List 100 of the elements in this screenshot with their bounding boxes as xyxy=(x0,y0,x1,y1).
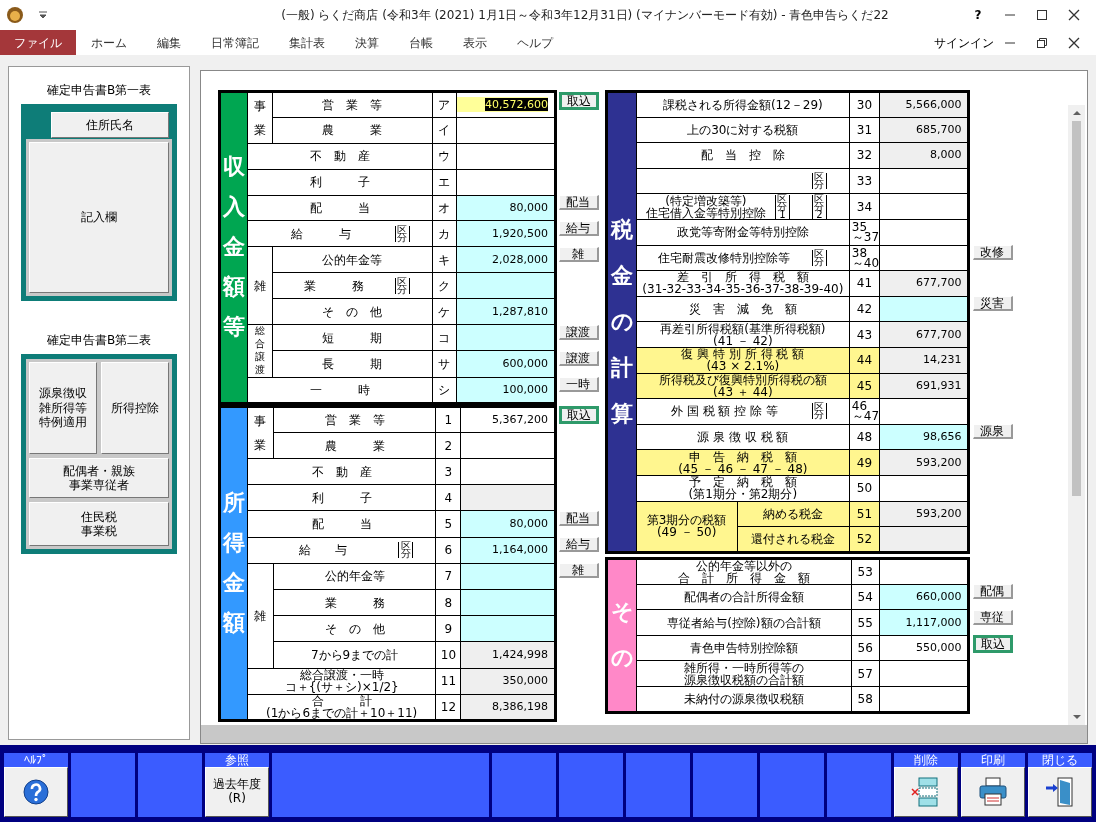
amount-field[interactable] xyxy=(879,296,969,322)
line-number: 6 xyxy=(435,537,461,564)
close-icon[interactable] xyxy=(1068,36,1080,49)
line-number: キ xyxy=(432,246,457,273)
amount-field[interactable] xyxy=(460,563,556,590)
amount-field[interactable]: 80,000 xyxy=(456,195,556,221)
amount-field[interactable]: 593,200 xyxy=(879,449,969,476)
amount-field[interactable] xyxy=(460,484,556,511)
amount-field[interactable]: 691,931 xyxy=(879,373,969,399)
signin-link[interactable]: サインイン xyxy=(934,30,994,55)
amount-field[interactable] xyxy=(456,143,556,170)
entry-button[interactable]: 取込 xyxy=(972,635,1013,654)
amount-field[interactable]: 660,000 xyxy=(879,584,969,610)
amount-field[interactable] xyxy=(879,193,969,220)
past-year-button[interactable]: 過去年度 (R) xyxy=(205,767,269,817)
maximize-icon[interactable] xyxy=(1036,9,1048,21)
amount-field[interactable]: 40,572,600 xyxy=(456,91,556,118)
amount-field[interactable] xyxy=(879,168,969,194)
amount-field[interactable]: 1,424,998 xyxy=(460,641,556,669)
amount-field[interactable] xyxy=(460,432,556,459)
row-label: 業 務 xyxy=(303,279,364,292)
line-number: 33 xyxy=(849,168,880,194)
amount-field[interactable]: 685,700 xyxy=(879,117,969,143)
amount-field[interactable]: 677,700 xyxy=(879,321,969,348)
app-icon[interactable] xyxy=(6,6,24,24)
amount-field[interactable]: 8,386,198 xyxy=(460,694,556,721)
entry-button[interactable]: 配当 xyxy=(559,510,599,526)
form-button[interactable]: 所得控除 xyxy=(101,362,169,454)
amount-field[interactable]: 8,000 xyxy=(879,142,969,169)
amount-field[interactable]: 100,000 xyxy=(456,377,556,404)
entry-button[interactable]: 配偶 xyxy=(972,584,1013,600)
amount-field[interactable] xyxy=(879,475,969,501)
entry-button[interactable]: 改修 xyxy=(972,245,1013,261)
amount-field[interactable]: 1,164,000 xyxy=(460,537,556,564)
vertical-scrollbar[interactable] xyxy=(1068,105,1085,725)
form-button[interactable]: 源泉徴収 雑所得等 特例適用 xyxy=(29,362,97,454)
amount-field[interactable]: 2,028,000 xyxy=(456,246,556,273)
amount-field[interactable]: 1,117,000 xyxy=(879,609,969,636)
amount-field[interactable]: 80,000 xyxy=(460,510,556,538)
form-button[interactable]: 住民税 事業税 xyxy=(29,502,169,546)
amount-field[interactable]: 5,367,200 xyxy=(460,406,556,433)
amount-field[interactable] xyxy=(460,589,556,616)
line-number: ウ xyxy=(432,143,457,170)
entry-button[interactable]: 災害 xyxy=(972,296,1013,312)
amount-field[interactable]: 677,700 xyxy=(879,270,969,297)
toolbar-button[interactable] xyxy=(1028,767,1092,817)
section-title: 税金の計算 xyxy=(606,91,637,553)
row-label: 課税される所得金額(12－29) xyxy=(662,98,823,111)
amount-field[interactable] xyxy=(456,117,556,144)
form-button[interactable]: 配偶者・親族 事業専従者 xyxy=(29,458,169,498)
entry-button[interactable]: 配当 xyxy=(559,195,599,211)
group-label: 事業 xyxy=(254,412,267,454)
entry-button[interactable]: 給与 xyxy=(559,220,599,236)
menu-tab[interactable]: ファイル xyxy=(0,30,76,55)
toolbar-button[interactable] xyxy=(894,767,958,817)
line-number: 41 xyxy=(849,270,880,297)
entry-button[interactable]: 取込 xyxy=(559,91,599,110)
row-label: 配 当 xyxy=(309,202,370,214)
close-icon[interactable] xyxy=(1068,9,1080,21)
entry-button[interactable]: 専従 xyxy=(972,609,1013,625)
amount-field[interactable] xyxy=(879,245,969,271)
entry-button[interactable]: 雑 xyxy=(559,563,599,579)
empty-slot xyxy=(492,753,556,817)
toolbar-button[interactable] xyxy=(961,767,1025,817)
entry-button[interactable]: 譲渡 xyxy=(559,350,599,366)
restore-icon[interactable] xyxy=(1036,36,1048,49)
formula-label: 合 計 所 得 金 額 xyxy=(677,571,810,584)
toolbar-button[interactable] xyxy=(4,767,68,817)
entry-button[interactable]: 譲渡 xyxy=(559,324,599,340)
amount-field[interactable]: 14,231 xyxy=(879,347,969,374)
amount-field[interactable] xyxy=(879,558,969,585)
amount-field[interactable]: 600,000 xyxy=(456,350,556,378)
amount-field[interactable] xyxy=(879,398,969,425)
amount-field[interactable]: 593,200 xyxy=(879,501,969,527)
amount-field[interactable] xyxy=(460,615,556,642)
dropdown-icon[interactable] xyxy=(38,11,48,19)
toolbar-caption: ﾍﾙﾌﾟ xyxy=(24,753,48,767)
help-button[interactable]: ? xyxy=(962,6,994,24)
amount-field[interactable] xyxy=(879,686,969,713)
amount-field[interactable] xyxy=(879,526,969,553)
entry-button[interactable]: 給与 xyxy=(559,537,599,553)
amount-field[interactable] xyxy=(456,324,556,351)
entry-button[interactable]: 取込 xyxy=(559,406,599,425)
amount-field[interactable] xyxy=(879,219,969,246)
amount-field[interactable] xyxy=(456,169,556,196)
amount-field[interactable]: 98,656 xyxy=(879,424,969,450)
form-button[interactable]: 記入欄 xyxy=(29,142,169,293)
amount-field[interactable]: 5,566,000 xyxy=(879,91,969,118)
form-button[interactable]: 住所氏名 xyxy=(51,112,169,138)
entry-button[interactable]: 源泉 xyxy=(972,424,1013,440)
entry-button[interactable]: 雑 xyxy=(559,246,599,262)
amount-field[interactable] xyxy=(460,458,556,485)
amount-field[interactable] xyxy=(879,660,969,687)
amount-field[interactable] xyxy=(456,272,556,299)
amount-field[interactable]: 550,000 xyxy=(879,635,969,661)
entry-button[interactable]: 一時 xyxy=(559,377,599,393)
amount-field[interactable]: 350,000 xyxy=(460,668,556,695)
formula-label: (43 × 2.1%) xyxy=(706,360,780,373)
amount-field[interactable]: 1,287,810 xyxy=(456,298,556,325)
amount-field[interactable]: 1,920,500 xyxy=(456,220,556,247)
